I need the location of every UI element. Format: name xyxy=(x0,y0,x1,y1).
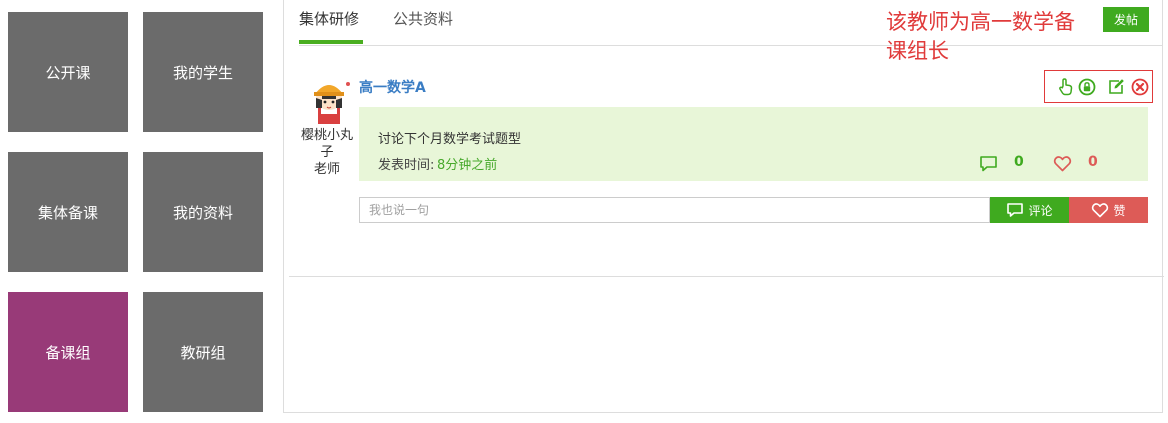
comment-icon xyxy=(1007,203,1024,217)
tab-public-materials[interactable]: 公共资料 xyxy=(393,8,453,29)
post-actions xyxy=(1044,70,1153,103)
tile-my-students[interactable]: 我的学生 xyxy=(143,12,263,132)
comment-count: 0 xyxy=(1014,154,1024,170)
tile-teaching-research-group[interactable]: 教研组 xyxy=(143,292,263,412)
post-time: 8分钟之前 xyxy=(437,158,498,173)
tile-lesson-prep-group[interactable]: 备课组 xyxy=(8,292,128,412)
delete-icon[interactable] xyxy=(1131,78,1149,96)
lock-icon[interactable] xyxy=(1078,78,1096,96)
author-role: 老师 xyxy=(313,162,340,177)
new-post-button[interactable]: 发帖 xyxy=(1103,7,1149,32)
tile-my-materials[interactable]: 我的资料 xyxy=(143,152,263,272)
annotation-note: 该教师为高一数学备课组长 xyxy=(886,10,1075,63)
active-tab-indicator xyxy=(299,40,363,44)
comment-icon xyxy=(979,154,998,173)
post-title-link[interactable]: 高一数学A xyxy=(359,77,426,97)
hand-pointer-icon[interactable] xyxy=(1057,78,1075,96)
tile-open-class[interactable]: 公开课 xyxy=(8,12,128,132)
tile-collective-lesson-prep[interactable]: 集体备课 xyxy=(8,152,128,272)
heart-icon xyxy=(1092,203,1109,218)
post-content: 讨论下个月数学考试题型 xyxy=(378,132,522,147)
tab-collective-study[interactable]: 集体研修 xyxy=(299,8,359,29)
divider xyxy=(289,276,1164,277)
heart-icon xyxy=(1053,154,1072,173)
post-time-label: 发表时间: xyxy=(378,158,435,173)
like-button[interactable]: 赞 xyxy=(1069,197,1148,223)
main-panel: 集体研修 公共资料 该教师为高一数学备课组长 发帖 樱桃小丸子 老师 高一数学A xyxy=(283,0,1164,413)
edit-icon[interactable] xyxy=(1107,78,1125,96)
author-name: 樱桃小丸子 xyxy=(300,128,353,160)
like-count: 0 xyxy=(1088,154,1098,170)
comment-button[interactable]: 评论 xyxy=(990,197,1069,223)
avatar xyxy=(304,74,356,126)
comment-button-label: 评论 xyxy=(1028,203,1053,218)
like-button-label: 赞 xyxy=(1113,203,1126,218)
comment-input[interactable] xyxy=(359,197,990,223)
author-info: 樱桃小丸子 老师 xyxy=(296,127,358,178)
post-body: 讨论下个月数学考试题型 发表时间: 8分钟之前 0 0 xyxy=(359,107,1148,181)
